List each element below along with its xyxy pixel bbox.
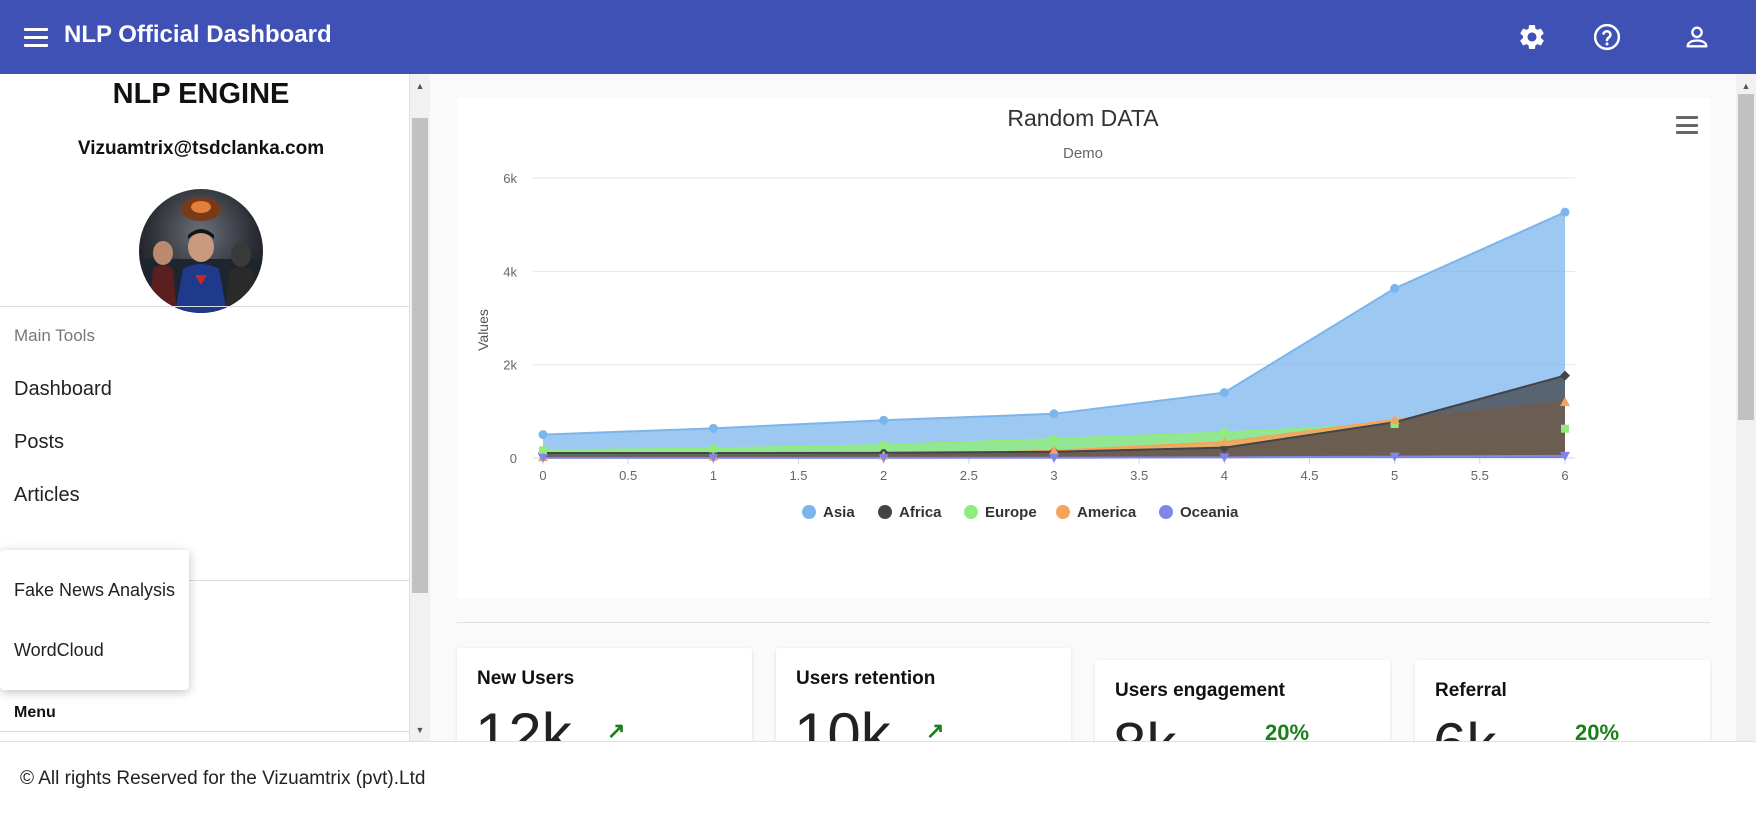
chart-x-tick-label: 2 — [880, 468, 887, 483]
stat-value: 10k — [794, 701, 891, 741]
menu-icon[interactable] — [24, 22, 54, 52]
chart-y-tick-label: 0 — [510, 451, 517, 466]
chart-subtitle: Demo — [1063, 145, 1103, 162]
scroll-down-arrow-icon[interactable]: ▼ — [410, 722, 430, 738]
chart-title: Random DATA — [1007, 105, 1159, 131]
chart-y-tick-label: 2k — [503, 358, 517, 373]
sidebar-item-dashboard[interactable]: Dashboard — [14, 378, 112, 401]
chart-x-tick-label: 4 — [1221, 468, 1228, 483]
legend-marker-oceania — [1159, 505, 1173, 519]
chart-point-europe — [1050, 434, 1058, 443]
chart-point-asia — [1049, 409, 1059, 419]
sidebar-divider — [0, 306, 409, 307]
popup-menu: Fake News Analysis WordCloud — [0, 550, 189, 690]
stat-card-users-retention: Users retention 10k ↗ — [776, 648, 1071, 741]
legend-label-europe: Europe — [985, 504, 1037, 521]
main-content: Random DATA Demo Values 0 2k 4k 6k 0 0.5 1 1.5 2… — [431, 74, 1736, 741]
stat-title: New Users — [477, 668, 575, 689]
chart-x-tick-label: 6 — [1561, 468, 1568, 483]
legend-label-oceania: Oceania — [1180, 504, 1239, 521]
chart-point-europe — [1561, 424, 1569, 433]
stat-title: Referral — [1435, 680, 1507, 701]
popup-item-fake-news-analysis[interactable]: Fake News Analysis — [14, 580, 175, 601]
stat-title: Users engagement — [1115, 680, 1286, 701]
avatar — [139, 189, 263, 313]
chart-point-asia — [1390, 283, 1400, 293]
stat-card-users-engagement: Users engagement 8k 20% — [1095, 660, 1390, 741]
user-icon[interactable] — [1678, 18, 1716, 56]
chart-x-tick-label: 1.5 — [789, 468, 807, 483]
legend-label-africa: Africa — [899, 504, 942, 521]
legend-marker-europe — [964, 505, 978, 519]
legend-marker-africa — [878, 505, 892, 519]
chart-point-asia — [1560, 207, 1570, 217]
gear-icon[interactable] — [1513, 18, 1551, 56]
chart-x-tick-label: 5 — [1391, 468, 1398, 483]
chart-card: Random DATA Demo Values 0 2k 4k 6k 0 0.5 1 1.5 2… — [457, 98, 1710, 598]
chart-point-asia — [538, 430, 548, 440]
stat-value: 12k — [475, 701, 572, 741]
chart-point-asia — [708, 423, 718, 433]
chart-point-europe — [709, 444, 718, 453]
stat-value: 6k — [1433, 710, 1496, 741]
trending-up-icon: ↗ — [926, 718, 945, 741]
chart-x-tick-label: 1 — [710, 468, 717, 483]
stat-card-new-users: New Users 12k ↗ — [457, 648, 752, 741]
scroll-up-arrow-icon[interactable]: ▲ — [410, 78, 430, 94]
section-label-main-tools: Main Tools — [14, 326, 95, 345]
scroll-up-arrow-icon[interactable]: ▲ — [1736, 78, 1756, 94]
sidebar-divider — [0, 731, 409, 732]
area-chart: Random DATA Demo Values 0 2k 4k 6k 0 0.5 1 1.5 2… — [475, 105, 1575, 521]
chart-x-tick-label: 0.5 — [619, 468, 637, 483]
chart-y-tick-label: 4k — [503, 264, 517, 279]
chart-point-europe — [1220, 428, 1229, 437]
stat-trend: 20% — [1265, 720, 1310, 741]
menu-label: Menu — [14, 704, 56, 721]
chart-x-tick-label: 3 — [1050, 468, 1057, 483]
help-icon[interactable] — [1588, 18, 1626, 56]
app-header: NLP Official Dashboard — [0, 0, 1756, 74]
sidebar-scroll-thumb[interactable] — [412, 118, 428, 593]
popup-item-wordcloud[interactable]: WordCloud — [14, 640, 104, 661]
chart-context-menu-icon[interactable] — [1676, 116, 1698, 134]
chart-point-europe — [879, 441, 888, 450]
chart-y-axis-label: Values — [475, 309, 491, 351]
sidebar-item-posts[interactable]: Posts — [14, 431, 64, 454]
legend-marker-america — [1056, 505, 1070, 519]
legend-label-asia: Asia — [823, 504, 855, 521]
chart-point-asia — [879, 415, 889, 425]
engine-title: NLP ENGINE — [112, 78, 290, 110]
user-email: Vizuamtrix@tsdclanka.com — [77, 138, 325, 159]
legend-label-america: America — [1077, 504, 1137, 521]
trending-up-icon: ↗ — [607, 718, 626, 741]
app-title: NLP Official Dashboard — [64, 21, 332, 48]
stat-trend: 20% — [1575, 720, 1620, 741]
footer-copyright: © All rights Reserved for the Vizuamtrix… — [20, 768, 426, 789]
chart-x-tick-label: 0 — [539, 468, 546, 483]
chart-x-tick-label: 5.5 — [1471, 468, 1489, 483]
stat-card-referral: Referral 6k 20% — [1415, 660, 1710, 741]
legend-marker-asia — [802, 505, 816, 519]
main-scroll-thumb[interactable] — [1738, 94, 1754, 420]
chart-y-tick-label: 6k — [503, 171, 517, 186]
chart-point-asia — [1219, 388, 1229, 398]
content-divider — [457, 622, 1710, 623]
stat-value: 8k — [1113, 710, 1176, 741]
stat-title: Users retention — [796, 668, 936, 689]
chart-x-tick-label: 3.5 — [1130, 468, 1148, 483]
chart-x-tick-label: 2.5 — [960, 468, 978, 483]
footer: © All rights Reserved for the Vizuamtrix… — [0, 741, 1756, 816]
chart-x-tick-label: 4.5 — [1300, 468, 1318, 483]
sidebar-item-articles[interactable]: Articles — [14, 484, 80, 507]
